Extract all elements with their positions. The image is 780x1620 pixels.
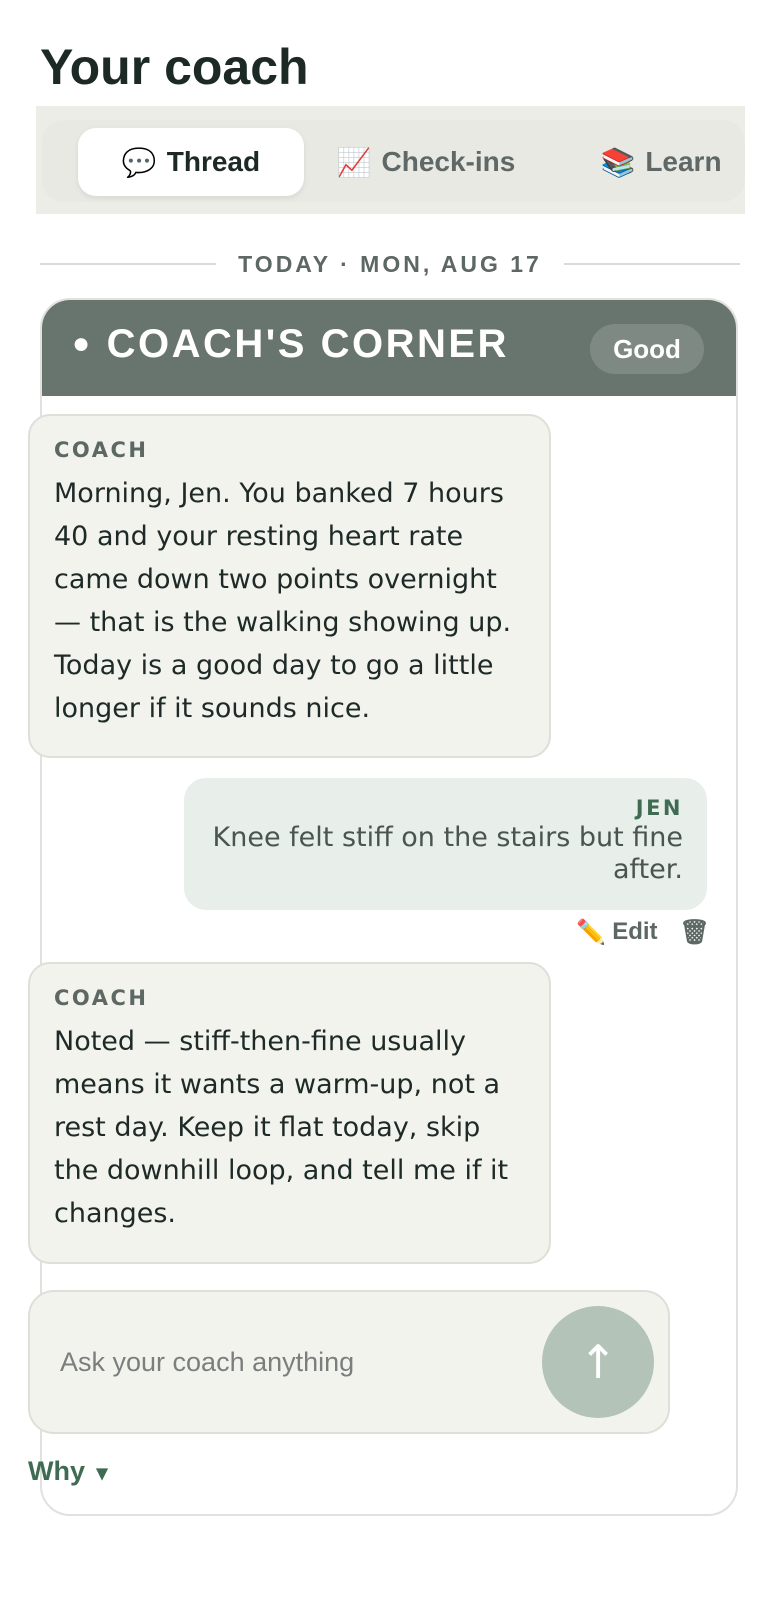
edit-button[interactable]: ✏️ Edit xyxy=(576,918,657,947)
status-dot-icon: ● xyxy=(72,327,93,360)
why-toggle[interactable]: Why ▾ xyxy=(28,1456,108,1487)
card-title: ● COACH'S CORNER xyxy=(72,322,509,367)
date-divider: TODAY · MON, AUG 17 xyxy=(40,246,741,282)
edit-label: Edit xyxy=(612,918,658,945)
tab-learn-label: Learn xyxy=(645,146,722,177)
books-icon: 📚 xyxy=(600,146,636,178)
tab-check-ins-label: Check-ins xyxy=(381,146,516,177)
coach-message: COACH Noted — stiff-then-fine usually me… xyxy=(28,962,551,1264)
message-text: Noted — stiff-then-fine usually means it… xyxy=(54,1026,509,1229)
message-sender: JEN xyxy=(635,796,683,820)
card-title-text: COACH'S CORNER xyxy=(106,322,509,366)
chart-increasing-icon: 📈 xyxy=(336,146,372,178)
status-badge: Good xyxy=(590,324,704,374)
tab-thread-label: Thread xyxy=(166,146,261,177)
ask-coach-input[interactable] xyxy=(58,1336,522,1388)
message-text: Knee felt stiff on the stairs but fine a… xyxy=(212,822,683,885)
tab-learn[interactable]: 📚 Learn xyxy=(586,128,736,196)
divider-line-left xyxy=(40,263,217,265)
send-button[interactable]: ↑ xyxy=(542,1306,654,1418)
speech-bubble-icon: 💬 xyxy=(121,146,157,178)
trash-icon[interactable]: 🗑 xyxy=(680,918,710,947)
divider-line-right xyxy=(563,263,741,265)
tab-bar: 💬 Thread 📈 Check-ins 📚 Learn xyxy=(36,106,745,214)
arrow-up-icon: ↑ xyxy=(578,1335,618,1389)
tab-thread[interactable]: 💬 Thread xyxy=(78,128,304,196)
pencil-icon: ✏️ xyxy=(576,918,607,946)
user-message: JEN Knee felt stiff on the stairs but fi… xyxy=(184,778,707,910)
composer: ↑ xyxy=(28,1290,670,1434)
why-label: Why xyxy=(28,1456,85,1486)
message-actions: ✏️ Edit 🗑 xyxy=(576,912,710,952)
date-label: TODAY · MON, AUG 17 xyxy=(238,250,542,277)
message-sender: COACH xyxy=(54,986,149,1010)
message-sender: COACH xyxy=(54,438,149,462)
message-text: Morning, Jen. You banked 7 hours 40 and … xyxy=(54,478,512,724)
caret-down-icon: ▾ xyxy=(96,1460,108,1485)
card-header: ● COACH'S CORNER Good xyxy=(42,300,736,396)
page-title: Your coach xyxy=(40,39,309,95)
coach-message: COACH Morning, Jen. You banked 7 hours 4… xyxy=(28,414,551,758)
tab-check-ins[interactable]: 📈 Check-ins xyxy=(326,128,526,196)
